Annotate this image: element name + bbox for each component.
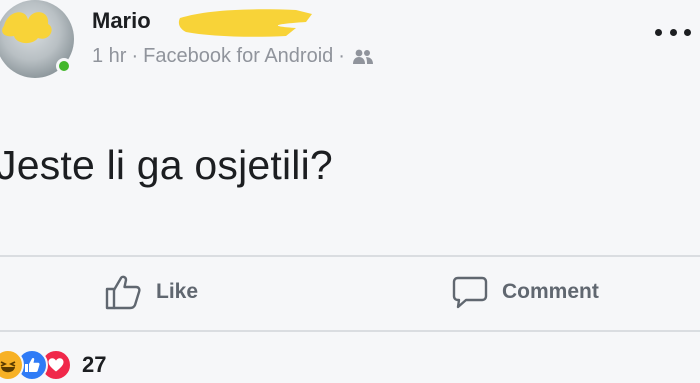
post-source: Facebook for Android	[143, 45, 334, 67]
more-options-button[interactable]	[655, 22, 691, 42]
friends-icon[interactable]	[352, 48, 374, 66]
comment-button[interactable]: Comment	[452, 270, 599, 314]
thumbs-up-icon	[105, 275, 141, 310]
avatar-redaction-scribble	[2, 12, 52, 44]
divider	[0, 330, 700, 332]
like-button[interactable]: Like	[104, 270, 198, 314]
post-meta: 1 hr · Facebook for Android ·	[92, 45, 374, 68]
more-dot	[684, 28, 691, 36]
comment-label: Comment	[502, 280, 599, 303]
name-redaction-highlight	[178, 9, 312, 37]
author-name[interactable]: Mario	[92, 8, 151, 34]
divider	[0, 255, 700, 257]
post-text: Jeste li ga osjetili?	[0, 142, 333, 188]
facebook-post: Mario 1 hr · Facebook for Android · Jest…	[0, 0, 700, 383]
meta-separator: ·	[131, 45, 139, 67]
like-label: Like	[156, 280, 199, 303]
comment-bubble-icon	[452, 276, 488, 309]
meta-separator: ·	[338, 45, 345, 67]
post-time[interactable]: 1 hr	[92, 45, 126, 68]
online-status-dot	[56, 58, 72, 74]
reactions-summary[interactable]: 27	[0, 347, 106, 383]
more-dot	[655, 28, 662, 36]
reaction-count: 27	[82, 352, 107, 377]
more-dot	[669, 28, 677, 36]
